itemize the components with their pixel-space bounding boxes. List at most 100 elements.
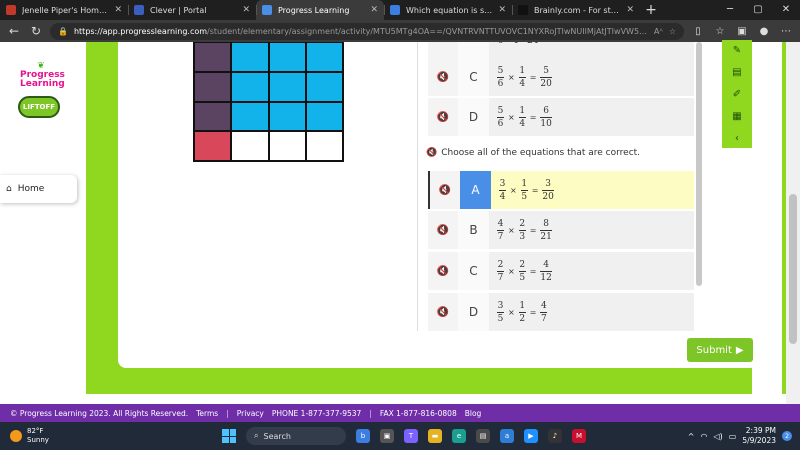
bing-chat-icon[interactable]: b: [356, 429, 370, 443]
fraction-grid-model: [193, 42, 344, 162]
speaker-mute-icon[interactable]: 🔇: [428, 307, 458, 318]
denominator: 6: [497, 78, 504, 89]
annotate-icon[interactable]: ✐: [722, 84, 752, 106]
taskbar-search[interactable]: ⌕ Search: [246, 427, 346, 445]
profile-icon[interactable]: ●: [756, 26, 772, 37]
equals-sign: =: [529, 266, 537, 276]
speaker-mute-icon[interactable]: 🔇: [428, 72, 458, 83]
favorites-icon[interactable]: ☆: [712, 26, 728, 37]
answer-option-c[interactable]: 🔇 C 2 7 × 2 5 = 4 12: [428, 252, 694, 290]
answer-option-a[interactable]: 🔇 A 3 4 × 1 5 = 3 20: [428, 171, 694, 209]
denominator: 7: [497, 231, 504, 242]
wifi-icon[interactable]: ◠: [700, 432, 707, 441]
reload-icon[interactable]: ↻: [28, 24, 44, 38]
more-menu-icon[interactable]: ⋯: [778, 26, 794, 37]
numerator: 5: [497, 105, 504, 116]
partial-denominator-1: 6: [498, 42, 504, 46]
browser-tab[interactable]: Which equation is shown by t ✕: [384, 0, 512, 20]
liftoff-logo[interactable]: LIFTOFF: [18, 96, 60, 118]
numerator: 3: [499, 178, 506, 189]
close-tab-icon[interactable]: ✕: [242, 5, 250, 15]
browser-tab[interactable]: Jenelle Piper's Home Page ✕: [0, 0, 128, 20]
answer-option-d[interactable]: 🔇 D 5 6 × 1 4 = 6 10: [428, 98, 694, 136]
back-arrow-icon[interactable]: ←: [6, 24, 22, 38]
answer-option-b[interactable]: 🔇 B 4 7 × 2 3 = 8 21: [428, 211, 694, 249]
close-tab-icon[interactable]: ✕: [626, 5, 634, 15]
reader-icon[interactable]: Aᴬ: [654, 27, 663, 36]
footer-fax: FAX 1-877-816-0808: [379, 408, 457, 418]
grid-cell: [305, 131, 343, 161]
answer-option-partial[interactable]: 6 4 24: [428, 42, 694, 58]
collections-icon[interactable]: ▣: [734, 26, 750, 37]
progress-learning-logo[interactable]: ❦ Progress Learning: [20, 62, 65, 89]
close-tab-icon[interactable]: ✕: [370, 5, 378, 15]
fraction: 56: [497, 106, 504, 129]
clever-icon: [134, 5, 144, 15]
answer-option-c[interactable]: 🔇 C 5 6 × 1 4 = 5 20: [428, 58, 694, 96]
page-scrollbar-thumb[interactable]: [789, 194, 797, 344]
collapse-chevron-icon[interactable]: ‹: [722, 128, 752, 150]
calculator-icon[interactable]: ▦: [722, 106, 752, 128]
numerator: 2: [519, 218, 526, 229]
notification-badge[interactable]: 2: [782, 431, 792, 441]
speaker-mute-icon[interactable]: 🔇: [430, 185, 460, 196]
maximize-icon[interactable]: ▢: [744, 0, 772, 20]
speaker-mute-icon[interactable]: 🔇: [428, 266, 458, 277]
prime-video-icon[interactable]: ▶: [524, 429, 538, 443]
numerator: 2: [519, 259, 526, 270]
answer-panel-scrollbar[interactable]: [696, 42, 702, 286]
numerator: 3: [497, 300, 504, 311]
url-field[interactable]: 🔒 https://app.progresslearning.com/stude…: [50, 22, 684, 40]
speaker-mute-icon[interactable]: 🔇: [428, 112, 458, 123]
close-tab-icon[interactable]: ✕: [498, 5, 506, 15]
windows-start-icon[interactable]: [222, 429, 236, 443]
mcafee-icon[interactable]: M: [572, 429, 586, 443]
split-screen-icon[interactable]: ▯: [690, 26, 706, 37]
browser-tab[interactable]: Clever | Portal ✕: [128, 0, 256, 20]
grid-cell: [194, 71, 232, 102]
new-tab-button[interactable]: +: [640, 0, 662, 20]
numerator: 4: [497, 218, 504, 229]
task-view-icon[interactable]: ▣: [380, 429, 394, 443]
fraction: 47: [540, 300, 548, 324]
tiktok-icon[interactable]: ♪: [548, 429, 562, 443]
speaker-mute-icon[interactable]: 🔇: [428, 225, 458, 236]
edge-browser-icon[interactable]: e: [452, 429, 466, 443]
highlighter-icon[interactable]: ✎: [722, 40, 752, 62]
footer-blog-link[interactable]: Blog: [465, 409, 482, 418]
amazon-app-icon[interactable]: a: [500, 429, 514, 443]
notepad-icon[interactable]: ▤: [722, 62, 752, 84]
browser-tab[interactable]: Progress Learning ✕: [256, 0, 384, 20]
grid-cell: [231, 131, 269, 161]
minimize-icon[interactable]: ─: [716, 0, 744, 20]
page-scrollbar[interactable]: [786, 42, 800, 404]
file-explorer-icon[interactable]: ▬: [428, 429, 442, 443]
close-window-icon[interactable]: ✕: [772, 0, 800, 20]
store-icon[interactable]: ▤: [476, 429, 490, 443]
equals-sign: =: [529, 72, 537, 82]
submit-button[interactable]: Submit ▶: [687, 338, 753, 362]
tray-chevron-icon[interactable]: ^: [688, 432, 695, 441]
star-icon[interactable]: ☆: [669, 27, 676, 36]
denominator: 5: [521, 191, 528, 202]
battery-icon[interactable]: ▭: [729, 432, 737, 441]
partial-result-denominator: 24: [527, 42, 538, 46]
footer-privacy-link[interactable]: Privacy: [237, 409, 264, 418]
volume-icon[interactable]: ◁): [713, 432, 722, 441]
numerator: 5: [497, 65, 504, 76]
weather-widget[interactable]: 82°F Sunny: [0, 427, 200, 445]
denominator: 2: [519, 313, 526, 324]
teams-icon[interactable]: T: [404, 429, 418, 443]
speaker-mute-icon[interactable]: 🔇: [426, 148, 437, 158]
answer-option-d[interactable]: 🔇 D 3 5 × 1 2 = 4 7: [428, 293, 694, 331]
equals-sign: =: [531, 185, 539, 195]
clock[interactable]: 2:39 PM 5/9/2023: [742, 426, 776, 446]
close-tab-icon[interactable]: ✕: [114, 5, 122, 15]
home-nav-button[interactable]: ⌂ Home: [0, 175, 77, 203]
numerator: 4: [541, 300, 547, 311]
footer-terms-link[interactable]: Terms: [196, 409, 218, 418]
footer-phone: PHONE 1-877-377-9537: [271, 408, 362, 418]
browser-tab[interactable]: Brainly.com - For students. By ✕: [512, 0, 640, 20]
grid-cell: [231, 101, 269, 132]
fraction: 25: [518, 259, 526, 283]
